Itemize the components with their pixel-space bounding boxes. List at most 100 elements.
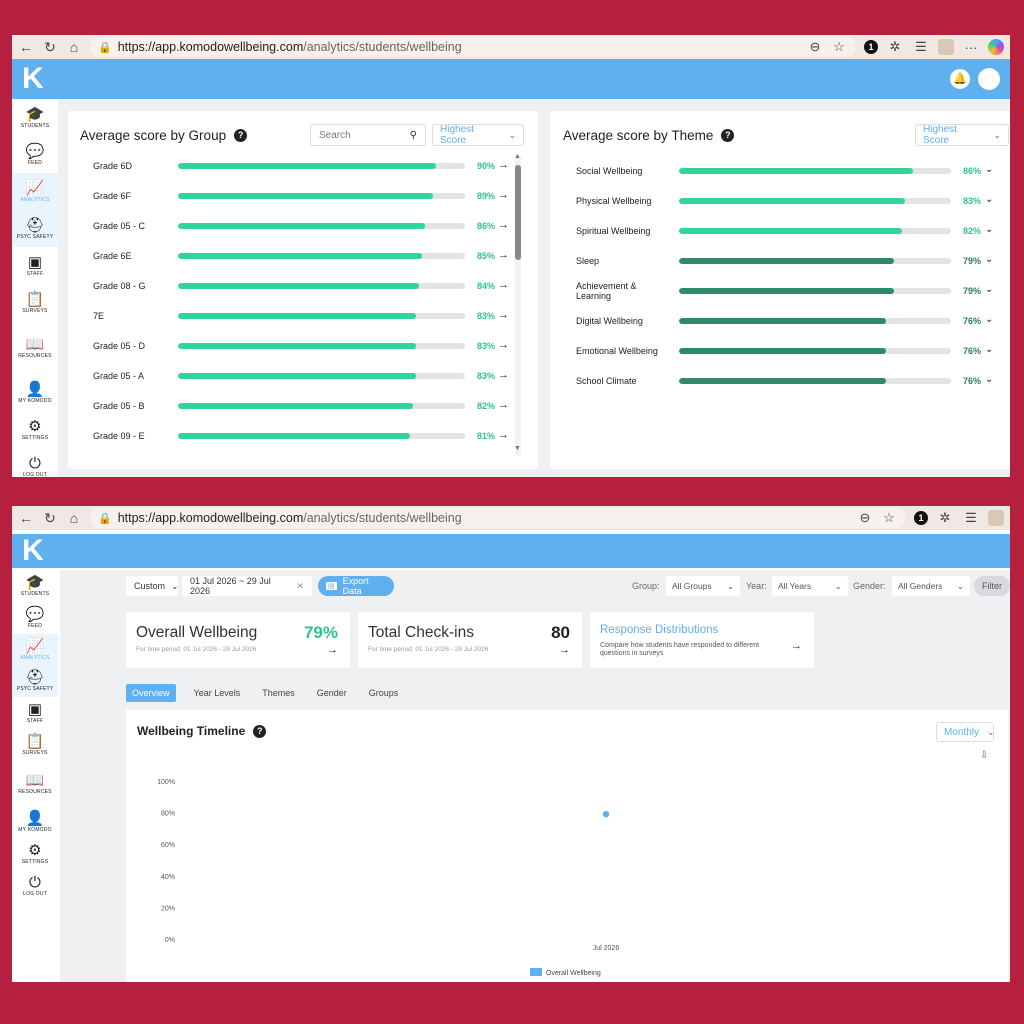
chevron-down-icon[interactable]: ⌄: [985, 164, 993, 175]
zoom-icon[interactable]: ⊖: [856, 510, 874, 526]
group-row[interactable]: Grade 05 - B 82% →: [68, 398, 509, 414]
response-distributions-title[interactable]: Response Distributions: [600, 624, 718, 636]
group-row[interactable]: Grade 6D 90% →: [68, 158, 509, 174]
tab-themes[interactable]: Themes: [258, 684, 299, 702]
arrow-right-icon[interactable]: →: [498, 429, 509, 441]
extension-badge-icon[interactable]: 1: [914, 511, 928, 525]
arrow-right-icon[interactable]: →: [498, 309, 509, 321]
extension-badge-icon[interactable]: 1: [864, 40, 878, 54]
theme-row[interactable]: Emotional Wellbeing 76% ⌄: [550, 343, 1005, 359]
arrow-right-icon[interactable]: →: [559, 644, 570, 656]
group-row[interactable]: Grade 05 - A 83% →: [68, 368, 509, 384]
profile-avatar[interactable]: [938, 39, 954, 55]
extensions-puzzle-icon[interactable]: ✲: [886, 39, 904, 55]
bell-icon[interactable]: 🔔: [950, 69, 970, 89]
favorite-star-icon[interactable]: ☆: [880, 510, 898, 526]
refresh-icon[interactable]: ↻: [42, 510, 58, 527]
theme-row[interactable]: Sleep 79% ⌄: [550, 253, 1005, 269]
sidebar-item-surveys[interactable]: 📋 SURVEYS: [12, 729, 58, 761]
chevron-down-icon[interactable]: ⌄: [985, 254, 993, 265]
address-bar[interactable]: 🔒 https://app.komodowellbeing.com/analyt…: [90, 37, 856, 57]
date-range-input[interactable]: 01 Jul 2026 ~ 29 Jul 2026 ✕: [182, 576, 312, 596]
arrow-right-icon[interactable]: →: [498, 399, 509, 411]
arrow-right-icon[interactable]: →: [327, 644, 338, 656]
sidebar-item-my-komodo[interactable]: 👤 MY KOMODO: [12, 806, 58, 838]
group-row[interactable]: Grade 05 - D 83% →: [68, 338, 509, 354]
sidebar-item-settings[interactable]: ⚙ SETTINGS: [12, 838, 58, 870]
clear-icon[interactable]: ✕: [296, 581, 304, 592]
group-row[interactable]: Grade 08 - G 84% →: [68, 278, 509, 294]
scroll-up-icon[interactable]: ▲: [514, 153, 521, 160]
arrow-right-icon[interactable]: →: [498, 279, 509, 291]
home-icon[interactable]: ⌂: [66, 39, 82, 55]
sidebar-item-staff[interactable]: ▣ STAFF: [12, 247, 58, 284]
group-row[interactable]: Grade 6F 89% →: [68, 188, 509, 204]
help-icon[interactable]: ?: [234, 129, 248, 142]
group-sort-dropdown[interactable]: Highest Score ⌄: [432, 124, 524, 146]
arrow-right-icon[interactable]: →: [498, 219, 509, 231]
more-menu-icon[interactable]: ···: [962, 40, 980, 55]
tab-year-levels[interactable]: Year Levels: [190, 684, 245, 702]
sidebar-item-analytics[interactable]: 📈 ANALYTICS: [12, 173, 58, 210]
zoom-icon[interactable]: ⊖: [806, 39, 824, 55]
total-checkins-card[interactable]: Total Check-ins 80 For time period: 01 J…: [358, 612, 582, 668]
tab-overview[interactable]: Overview: [126, 684, 176, 702]
group-search-input[interactable]: Search ⚲: [310, 124, 426, 146]
sidebar-item-surveys[interactable]: 📋 SURVEYS: [12, 284, 58, 321]
tab-groups[interactable]: Groups: [365, 684, 403, 702]
group-row[interactable]: Grade 09 - E 81% →: [68, 428, 509, 444]
komodo-logo[interactable]: K: [22, 536, 52, 566]
theme-row[interactable]: Achievement & Learning 79% ⌄: [550, 281, 1005, 301]
chevron-down-icon[interactable]: ⌄: [985, 314, 993, 325]
theme-row[interactable]: Social Wellbeing 86% ⌄: [550, 163, 1005, 179]
sidebar-item-resources[interactable]: 📖 RESOURCES: [12, 329, 58, 366]
export-data-button[interactable]: ▤ Export Data: [318, 576, 394, 596]
theme-row[interactable]: Physical Wellbeing 83% ⌄: [550, 193, 1005, 209]
address-bar[interactable]: 🔒 https://app.komodowellbeing.com/analyt…: [90, 508, 906, 528]
refresh-icon[interactable]: ↻: [42, 39, 58, 56]
chevron-down-icon[interactable]: ⌄: [985, 224, 993, 235]
sidebar-item-resources[interactable]: 📖 RESOURCES: [12, 768, 58, 800]
user-avatar-icon[interactable]: [978, 68, 1000, 90]
chevron-down-icon[interactable]: ⌄: [985, 194, 993, 205]
back-icon[interactable]: ←: [18, 39, 34, 55]
chevron-down-icon[interactable]: ⌄: [985, 344, 993, 355]
favorites-icon[interactable]: ☰: [962, 510, 980, 526]
chevron-down-icon[interactable]: ⌄: [985, 284, 993, 295]
group-list-scrollbar[interactable]: [515, 155, 521, 455]
sidebar-item-log-out[interactable]: ⏻ LOG OUT: [12, 448, 58, 477]
komodo-logo[interactable]: K: [22, 64, 52, 94]
scrollbar-thumb[interactable]: [515, 165, 521, 260]
range-dropdown[interactable]: Custom ⌄: [126, 576, 179, 596]
filter-button[interactable]: Filter: [974, 576, 1010, 596]
theme-row[interactable]: School Climate 76% ⌄: [550, 373, 1005, 389]
sidebar-item-settings[interactable]: ⚙ SETTINGS: [12, 411, 58, 448]
theme-row[interactable]: Spiritual Wellbeing 82% ⌄: [550, 223, 1005, 239]
sidebar-item-my-komodo[interactable]: 👤 MY KOMODO: [12, 374, 58, 411]
arrow-right-icon[interactable]: →: [498, 159, 509, 171]
scroll-down-icon[interactable]: ▼: [514, 445, 521, 452]
arrow-right-icon[interactable]: →: [498, 339, 509, 351]
chevron-down-icon[interactable]: ⌄: [985, 374, 993, 385]
year-filter-select[interactable]: All Years ⌄: [772, 576, 848, 596]
home-icon[interactable]: ⌂: [66, 510, 82, 526]
group-row[interactable]: 7E 83% →: [68, 308, 509, 324]
response-distributions-card[interactable]: Response Distributions Compare how stude…: [590, 612, 814, 668]
group-filter-select[interactable]: All Groups ⌄: [666, 576, 740, 596]
sidebar-item-feed[interactable]: 💬 FEED: [12, 602, 58, 634]
sidebar-item-psyc-safety[interactable]: ⛑ PSYC SAFETY: [12, 665, 58, 698]
profile-avatar[interactable]: [988, 510, 1004, 526]
sidebar-item-psyc-safety[interactable]: ⛑ PSYC SAFETY: [12, 210, 58, 247]
arrow-right-icon[interactable]: →: [498, 369, 509, 381]
theme-sort-dropdown[interactable]: Highest Score ⌄: [915, 124, 1009, 146]
favorites-icon[interactable]: ☰: [912, 39, 930, 55]
overall-wellbeing-card[interactable]: Overall Wellbeing 79% For time period: 0…: [126, 612, 350, 668]
extensions-puzzle-icon[interactable]: ✲: [936, 510, 954, 526]
arrow-right-icon[interactable]: →: [498, 249, 509, 261]
arrow-right-icon[interactable]: →: [498, 189, 509, 201]
gender-filter-select[interactable]: All Genders ⌄: [892, 576, 970, 596]
tab-gender[interactable]: Gender: [313, 684, 351, 702]
sidebar-item-log-out[interactable]: ⏻ LOG OUT: [12, 870, 58, 902]
sidebar-item-analytics[interactable]: 📈 ANALYTICS: [12, 633, 58, 666]
sidebar-item-feed[interactable]: 💬 FEED: [12, 136, 58, 173]
